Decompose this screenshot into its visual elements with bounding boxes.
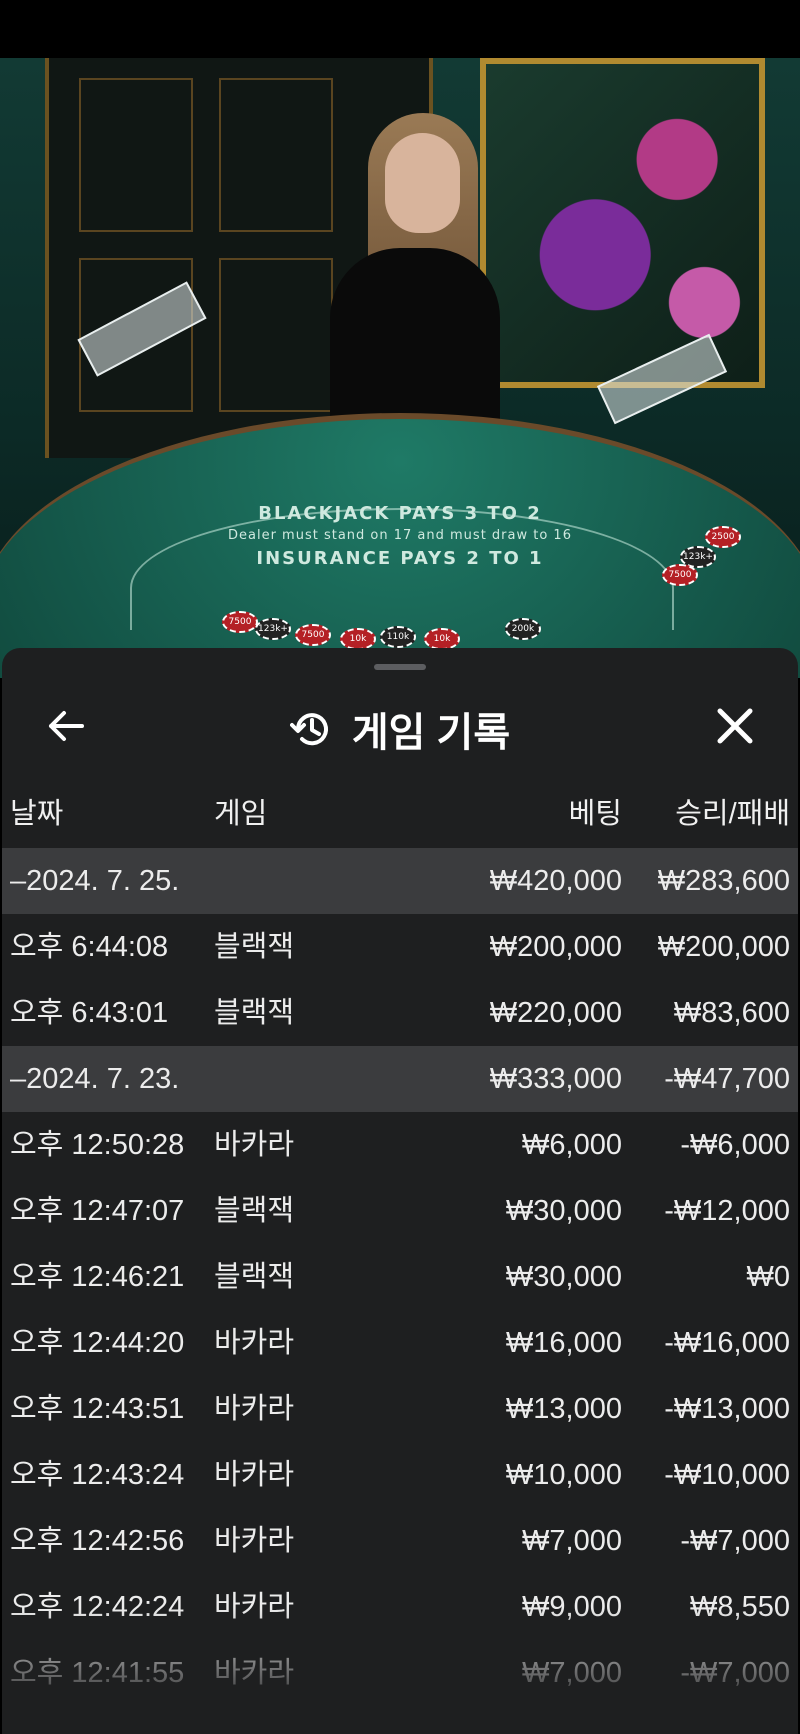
- row-bet: ₩7,000: [522, 1525, 622, 1557]
- history-list[interactable]: –2024. 7. 25. ₩420,000 ₩283,600 오후 6:44:08 블…: [2, 848, 798, 1706]
- history-row[interactable]: 오후 12:43:51 바카라 ₩13,000 -₩13,000: [2, 1376, 798, 1442]
- row-time: 오후 12:44:20: [10, 1327, 185, 1359]
- chip: 110k: [380, 626, 416, 648]
- date-group-row[interactable]: –2024. 7. 25. ₩420,000 ₩283,600: [2, 848, 798, 914]
- row-time: 오후 12:47:07: [10, 1195, 185, 1227]
- row-time: 오후 6:43:01: [10, 997, 169, 1029]
- row-winloss: ₩8,550: [690, 1591, 790, 1623]
- row-winloss: -₩47,700: [664, 1063, 790, 1095]
- live-dealer-video: BLACKJACK PAYS 3 TO 2 Dealer must stand …: [0, 58, 800, 678]
- row-game: 바카라: [214, 1591, 295, 1623]
- row-game: 바카라: [214, 1393, 295, 1425]
- row-time: –2024. 7. 25.: [10, 865, 180, 897]
- row-time: 오후 12:41:55: [10, 1657, 185, 1689]
- row-winloss: ₩0: [746, 1261, 791, 1293]
- row-winloss: -₩13,000: [664, 1393, 790, 1425]
- chip: 7500: [222, 611, 258, 633]
- chip: 123k+: [255, 618, 291, 640]
- flower-painting: [480, 58, 765, 388]
- history-row[interactable]: 오후 12:50:28 바카라 ₩6,000 -₩6,000: [2, 1112, 798, 1178]
- drag-handle[interactable]: [374, 664, 426, 670]
- history-row[interactable]: 오후 12:47:07 블랙잭 ₩30,000 -₩12,000: [2, 1178, 798, 1244]
- row-winloss: -₩7,000: [680, 1657, 790, 1689]
- row-game: 바카라: [214, 1525, 295, 1557]
- row-bet: ₩200,000: [489, 931, 622, 963]
- row-time: –2024. 7. 23.: [10, 1063, 180, 1095]
- history-row[interactable]: 오후 6:44:08 블랙잭 ₩200,000 ₩200,000: [2, 914, 798, 980]
- row-game: 블랙잭: [214, 1195, 295, 1227]
- row-game: 바카라: [214, 1459, 295, 1491]
- dealer-face: [385, 133, 460, 233]
- chip: 7500: [662, 564, 698, 586]
- row-game: 바카라: [214, 1657, 295, 1689]
- column-header-game: 게임: [214, 798, 268, 830]
- history-row[interactable]: 오후 12:44:20 바카라 ₩16,000 -₩16,000: [2, 1310, 798, 1376]
- history-row[interactable]: 오후 6:43:01 블랙잭 ₩220,000 ₩83,600: [2, 980, 798, 1046]
- row-winloss: -₩7,000: [680, 1525, 790, 1557]
- row-bet: ₩16,000: [505, 1327, 622, 1359]
- panel-header: 게임 기록: [2, 688, 798, 768]
- row-game: 바카라: [214, 1129, 295, 1161]
- row-bet: ₩333,000: [489, 1063, 622, 1095]
- history-row[interactable]: 오후 12:42:24 바카라 ₩9,000 ₩8,550: [2, 1574, 798, 1640]
- row-bet: ₩9,000: [522, 1591, 622, 1623]
- history-row[interactable]: 오후 12:46:21 블랙잭 ₩30,000 ₩0: [2, 1244, 798, 1310]
- column-header-bet: 베팅: [568, 798, 622, 830]
- row-bet: ₩13,000: [505, 1393, 622, 1425]
- history-row[interactable]: 오후 12:42:56 바카라 ₩7,000 -₩7,000: [2, 1508, 798, 1574]
- chip: 200k: [505, 618, 541, 640]
- game-history-panel: 게임 기록 날짜 게임 베팅 승리/패배 –2024. 7. 25. ₩420,0…: [2, 648, 798, 1734]
- row-time: 오후 12:43:51: [10, 1393, 185, 1425]
- row-bet: ₩30,000: [505, 1261, 622, 1293]
- column-header-date: 날짜: [10, 798, 64, 830]
- row-time: 오후 12:42:56: [10, 1525, 185, 1557]
- row-game: 블랙잭: [214, 1261, 295, 1293]
- row-bet: ₩220,000: [489, 997, 622, 1029]
- close-icon: [717, 708, 753, 744]
- row-winloss: -₩6,000: [680, 1129, 790, 1161]
- row-time: 오후 12:50:28: [10, 1129, 185, 1161]
- close-button[interactable]: [707, 698, 763, 754]
- row-time: 오후 6:44:08: [10, 931, 169, 963]
- row-bet: ₩7,000: [522, 1657, 622, 1689]
- chip: 10k: [340, 628, 376, 650]
- row-winloss: -₩10,000: [664, 1459, 790, 1491]
- row-winloss: -₩16,000: [664, 1327, 790, 1359]
- history-clock-icon: [289, 713, 328, 746]
- chip: 10k: [424, 628, 460, 650]
- date-group-row[interactable]: –2024. 7. 23. ₩333,000 -₩47,700: [2, 1046, 798, 1112]
- row-time: 오후 12:46:21: [10, 1261, 185, 1293]
- table-text-blackjack: BLACKJACK PAYS 3 TO 2: [258, 503, 542, 524]
- row-bet: ₩30,000: [505, 1195, 622, 1227]
- row-bet: ₩420,000: [489, 865, 622, 897]
- row-game: 블랙잭: [214, 997, 295, 1029]
- row-bet: ₩10,000: [505, 1459, 622, 1491]
- row-time: 오후 12:42:24: [10, 1591, 185, 1623]
- panel-title: 게임 기록: [351, 711, 511, 755]
- column-header-winloss: 승리/패배: [675, 798, 790, 830]
- chip: 2500: [705, 526, 741, 548]
- table-text-dealer-rule: Dealer must stand on 17 and must draw to…: [228, 528, 572, 543]
- row-game: 바카라: [214, 1327, 295, 1359]
- row-bet: ₩6,000: [522, 1129, 622, 1161]
- row-winloss: ₩283,600: [657, 865, 790, 897]
- row-winloss: -₩12,000: [664, 1195, 790, 1227]
- status-bar: [0, 0, 800, 58]
- panel-title-group: 게임 기록: [2, 700, 798, 758]
- row-winloss: ₩83,600: [673, 997, 790, 1029]
- history-row[interactable]: 오후 12:43:24 바카라 ₩10,000 -₩10,000: [2, 1442, 798, 1508]
- row-time: 오후 12:43:24: [10, 1459, 185, 1491]
- history-row[interactable]: 오후 12:41:55 바카라 ₩7,000 -₩7,000: [2, 1640, 798, 1706]
- row-winloss: ₩200,000: [657, 931, 790, 963]
- row-game: 블랙잭: [214, 931, 295, 963]
- chip: 7500: [295, 624, 331, 646]
